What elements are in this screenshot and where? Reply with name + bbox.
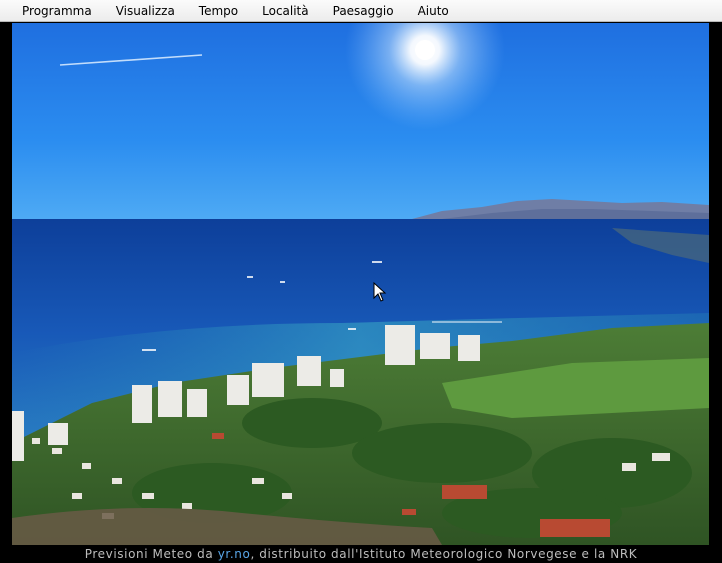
menu-tempo[interactable]: Tempo: [187, 0, 250, 22]
sun-icon: [415, 40, 435, 60]
menu-localita[interactable]: Località: [250, 0, 321, 22]
menu-programma[interactable]: Programma: [10, 0, 104, 22]
menu-aiuto[interactable]: Aiuto: [406, 0, 461, 22]
menu-bar: Programma Visualizza Tempo Località Paes…: [0, 0, 722, 22]
menu-paesaggio[interactable]: Paesaggio: [321, 0, 406, 22]
footer-suffix: , distribuito dall'Istituto Meteorologic…: [250, 547, 638, 561]
yr-link[interactable]: yr.no: [218, 547, 251, 561]
weather-scene[interactable]: [12, 23, 709, 545]
attribution-footer: Previsioni Meteo da yr.no, distribuito d…: [0, 545, 722, 563]
menu-visualizza[interactable]: Visualizza: [104, 0, 187, 22]
footer-prefix: Previsioni Meteo da: [84, 547, 218, 561]
